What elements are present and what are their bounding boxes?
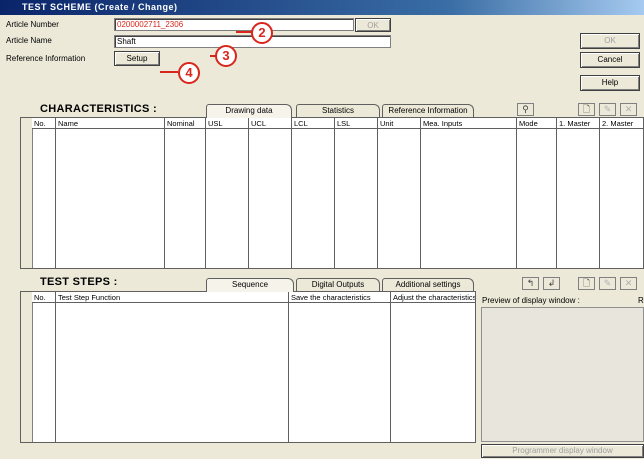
col-divider <box>288 303 289 442</box>
col-divider <box>390 303 391 442</box>
help-button[interactable]: Help <box>580 75 640 91</box>
cancel-button[interactable]: Cancel <box>580 52 640 68</box>
article-name-label: Article Name <box>6 36 52 45</box>
col-header-lsl[interactable]: LSL <box>335 118 378 129</box>
col-header-usl[interactable]: USL <box>206 118 249 129</box>
col-header-master-2[interactable]: 2. Master <box>600 118 643 129</box>
reference-info-label: Reference Information <box>6 54 86 63</box>
tab-reference-information[interactable]: Reference Information <box>382 104 474 118</box>
col-divider <box>55 129 56 268</box>
tool-icon[interactable]: ⚲ <box>517 103 534 116</box>
article-ok-button[interactable]: OK <box>355 18 391 32</box>
move-down-icon[interactable]: ↲ <box>543 277 560 290</box>
title-bar: TEST SCHEME (Create / Change) <box>0 0 644 15</box>
characteristics-table[interactable]: No. Name Nominal USL UCL LCL LSL Unit Me… <box>20 117 644 269</box>
col-divider <box>599 129 600 268</box>
programmer-display-window-button[interactable]: Programmer display window <box>481 444 644 458</box>
col-divider <box>248 129 249 268</box>
ok-button[interactable]: OK <box>580 33 640 49</box>
characteristics-title: CHARACTERISTICS : <box>40 103 157 115</box>
col-header-no[interactable]: No. <box>32 118 56 129</box>
col-header-step-no[interactable]: No. <box>32 292 56 303</box>
row-header-strip <box>21 118 33 268</box>
preview-right-label: R <box>638 296 644 305</box>
col-header-master-1[interactable]: 1. Master <box>557 118 600 129</box>
preview-window <box>481 307 644 442</box>
tab-additional-settings[interactable]: Additional settings <box>382 278 474 292</box>
callout-2: 2 <box>251 22 273 44</box>
window-title: TEST SCHEME (Create / Change) <box>22 2 178 12</box>
col-header-mea-inputs[interactable]: Mea. Inputs <box>421 118 517 129</box>
col-divider <box>516 129 517 268</box>
col-divider <box>55 303 56 442</box>
article-number-field[interactable]: 0200002711_2306 <box>114 18 354 31</box>
col-divider <box>205 129 206 268</box>
move-up-icon[interactable]: ↰ <box>522 277 539 290</box>
article-number-label: Article Number <box>6 20 59 29</box>
edit-step-icon[interactable]: ✎ <box>599 277 616 290</box>
col-header-adjust-characteristics[interactable]: Adjust the characteristics <box>391 292 475 303</box>
test-steps-title: TEST STEPS : <box>40 276 118 288</box>
preview-label: Preview of display window : <box>482 296 580 305</box>
row-header-strip <box>21 292 33 442</box>
delete-icon[interactable]: ✕ <box>620 103 637 116</box>
tab-statistics[interactable]: Statistics <box>296 104 380 118</box>
callout-4: 4 <box>178 62 200 84</box>
col-header-ucl[interactable]: UCL <box>249 118 292 129</box>
setup-button[interactable]: Setup <box>114 51 160 66</box>
col-divider <box>164 129 165 268</box>
col-divider <box>377 129 378 268</box>
tab-drawing-data[interactable]: Drawing data <box>206 104 292 118</box>
col-header-name[interactable]: Name <box>56 118 165 129</box>
callout-3: 3 <box>215 45 237 67</box>
col-header-nominal[interactable]: Nominal <box>165 118 206 129</box>
callout-line-4 <box>160 71 178 73</box>
col-divider <box>291 129 292 268</box>
col-header-test-step-function[interactable]: Test Step Function <box>56 292 289 303</box>
test-steps-table[interactable]: No. Test Step Function Save the characte… <box>20 291 476 443</box>
col-divider <box>420 129 421 268</box>
col-header-unit[interactable]: Unit <box>378 118 421 129</box>
edit-document-icon[interactable]: ✎ <box>599 103 616 116</box>
tab-sequence[interactable]: Sequence <box>206 278 294 292</box>
new-document-icon[interactable]: 🗋 <box>578 103 595 116</box>
col-divider <box>334 129 335 268</box>
col-header-mode[interactable]: Mode <box>517 118 557 129</box>
new-step-icon[interactable]: 🗋 <box>578 277 595 290</box>
col-header-lcl[interactable]: LCL <box>292 118 335 129</box>
col-divider <box>556 129 557 268</box>
delete-step-icon[interactable]: ✕ <box>620 277 637 290</box>
col-header-save-characteristics[interactable]: Save the characteristics <box>289 292 391 303</box>
tab-digital-outputs[interactable]: Digital Outputs <box>296 278 380 292</box>
